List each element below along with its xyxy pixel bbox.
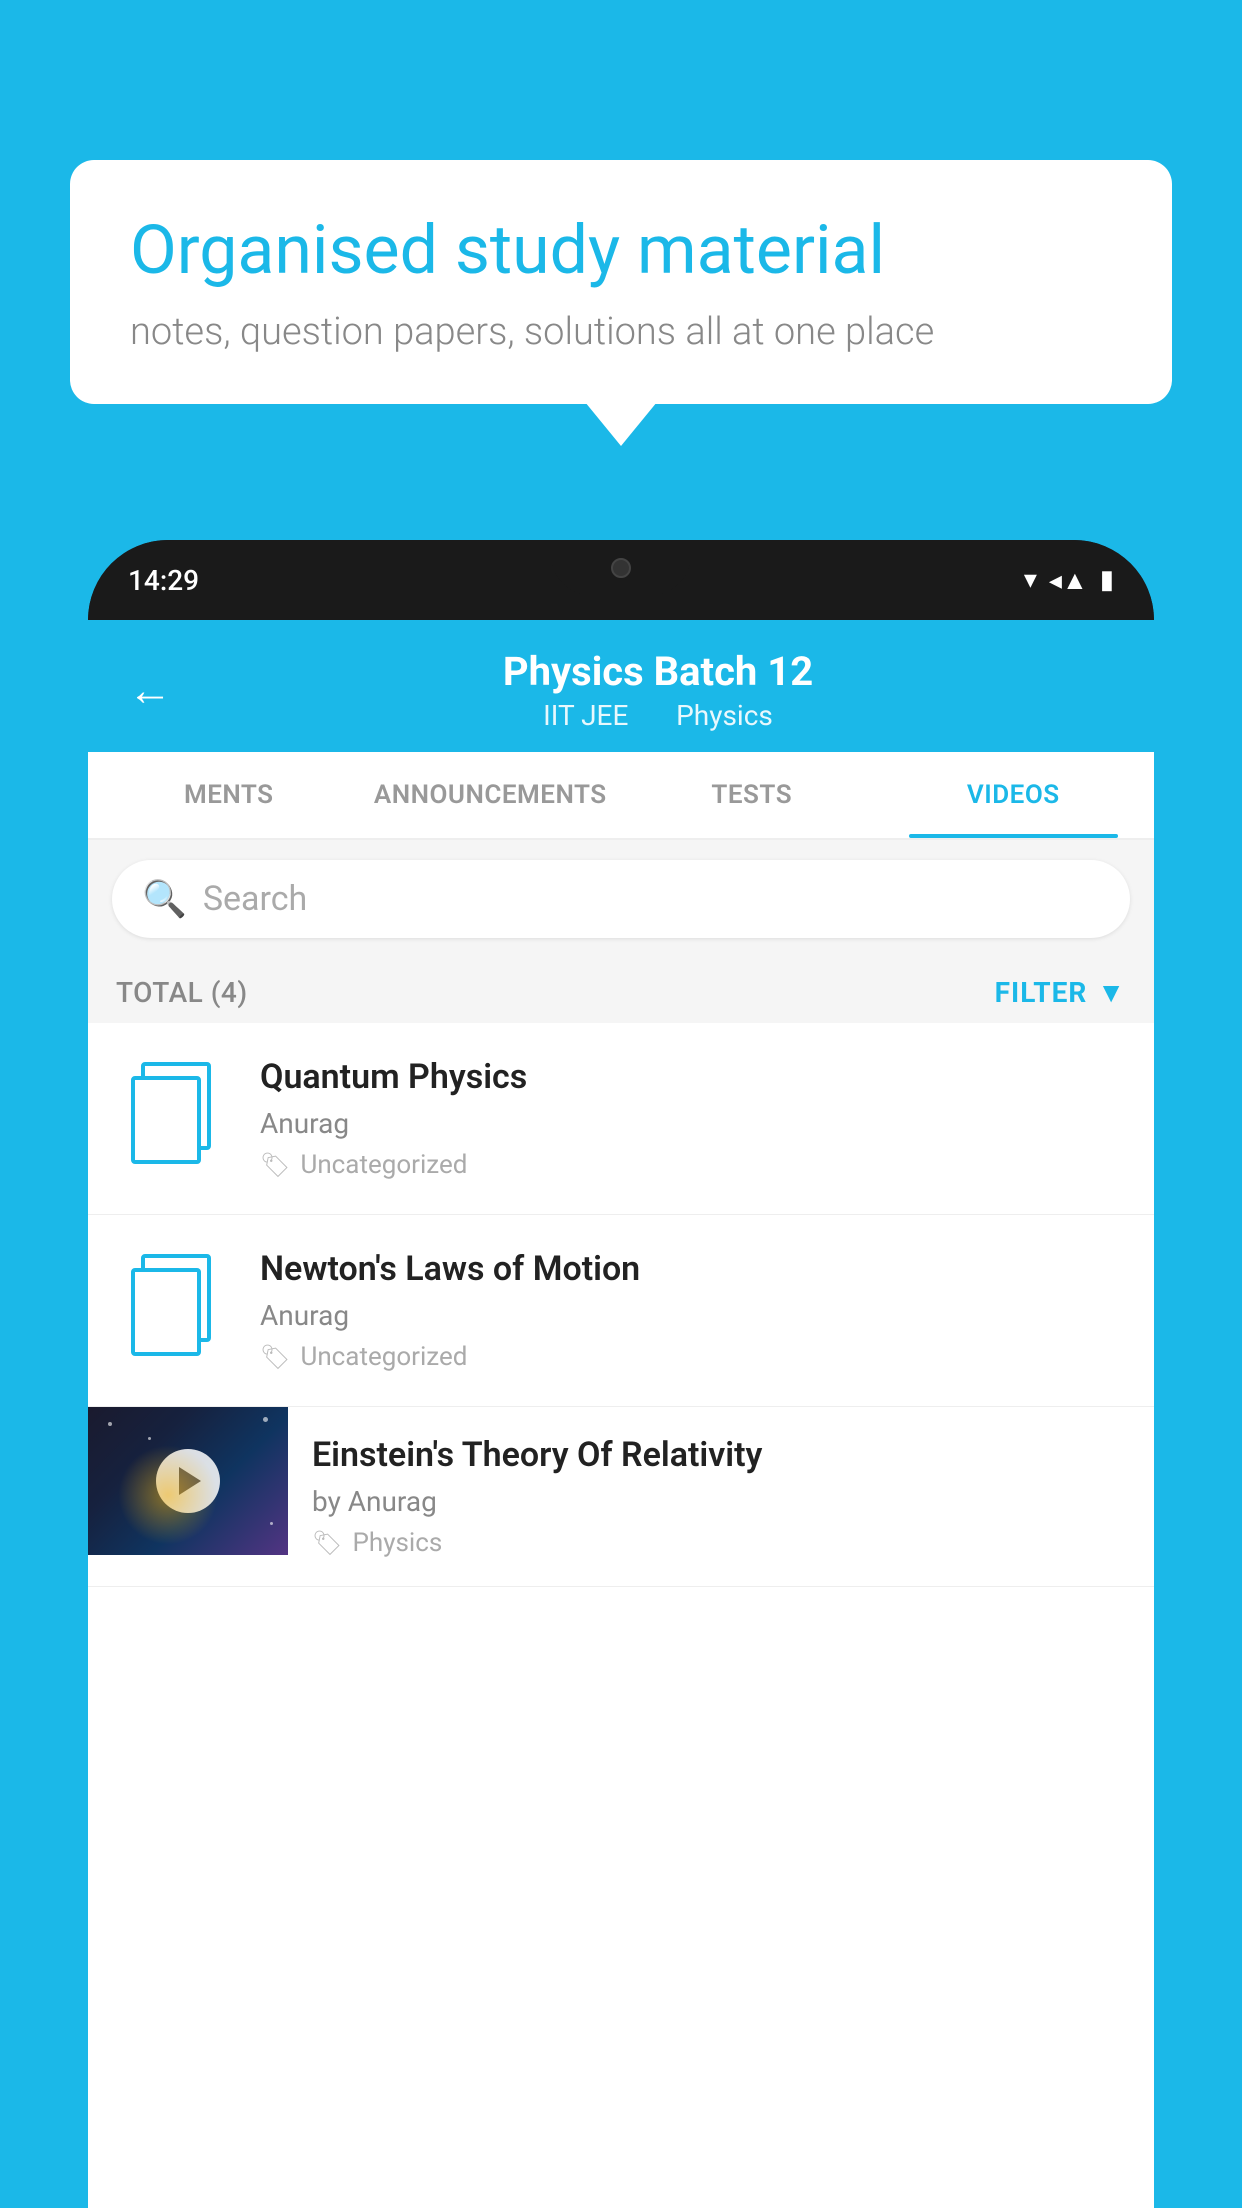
app-header-center: Physics Batch 12 IIT JEE Physics [202,648,1114,732]
phone-camera [611,558,631,578]
document-icon [131,1062,221,1172]
video-list: Quantum Physics Anurag 🏷 Uncategorized [88,1023,1154,1587]
filter-icon: ▼ [1097,976,1126,1009]
video-title-quantum: Quantum Physics [260,1057,1126,1097]
tab-videos[interactable]: VIDEOS [883,752,1145,838]
glow-circle [118,1445,218,1545]
tab-tests[interactable]: TESTS [621,752,883,838]
video-item-einstein[interactable]: Einstein's Theory Of Relativity by Anura… [88,1407,1154,1587]
tag-label-quantum: Uncategorized [300,1150,467,1180]
video-thumb-quantum [116,1057,236,1177]
video-tag-einstein: 🏷 Physics [312,1528,1130,1558]
video-info-quantum: Quantum Physics Anurag 🏷 Uncategorized [260,1057,1126,1180]
battery-icon: ▮ [1100,565,1114,595]
tag-label-newton: Uncategorized [300,1342,467,1372]
star [270,1522,273,1525]
phone-notch [551,540,691,595]
tag-icon-einstein: 🏷 [312,1529,342,1557]
tab-ments[interactable]: MENTS [98,752,360,838]
video-thumbnail-einstein [88,1407,288,1555]
wifi-icon: ▾ [1024,565,1037,595]
tag-label-einstein: Physics [352,1528,442,1558]
doc-front [131,1076,201,1164]
video-author-einstein: by Anurag [312,1485,1130,1518]
tag-icon: 🏷 [260,1151,290,1179]
app-content: ← Physics Batch 12 IIT JEE Physics MENTS… [88,620,1154,2208]
star [148,1437,151,1440]
app-header-title: Physics Batch 12 [202,648,1114,695]
video-thumb-newton [116,1249,236,1369]
signal-icon: ◂▲ [1049,565,1088,596]
video-author-newton: Anurag [260,1299,1126,1332]
subtitle-right: Physics [676,699,773,732]
tabs-bar: MENTS ANNOUNCEMENTS TESTS VIDEOS [88,752,1154,840]
filter-bar: TOTAL (4) FILTER ▼ [88,958,1154,1023]
search-placeholder: Search [203,879,307,919]
phone-status-bar: 14:29 ▾ ◂▲ ▮ [88,540,1154,620]
star [263,1417,268,1422]
app-header: ← Physics Batch 12 IIT JEE Physics [88,620,1154,752]
video-author-quantum: Anurag [260,1107,1126,1140]
search-container: 🔍 Search [88,840,1154,958]
video-tag-quantum: 🏷 Uncategorized [260,1150,1126,1180]
video-item-quantum[interactable]: Quantum Physics Anurag 🏷 Uncategorized [88,1023,1154,1215]
doc-front-newton [131,1268,201,1356]
video-title-einstein: Einstein's Theory Of Relativity [312,1435,1130,1475]
speech-bubble-subtitle: notes, question papers, solutions all at… [130,310,1112,354]
back-button[interactable]: ← [128,664,172,716]
video-title-newton: Newton's Laws of Motion [260,1249,1126,1289]
total-label: TOTAL (4) [116,976,248,1009]
phone-frame: 14:29 ▾ ◂▲ ▮ ← Physics Batch 12 IIT JEE … [88,540,1154,2208]
app-header-subtitle: IIT JEE Physics [202,699,1114,732]
video-tag-newton: 🏷 Uncategorized [260,1342,1126,1372]
phone-status-icons: ▾ ◂▲ ▮ [1024,565,1114,596]
search-icon: 🔍 [142,878,187,920]
filter-label: FILTER [995,976,1088,1009]
filter-button[interactable]: FILTER ▼ [995,976,1126,1009]
video-info-einstein: Einstein's Theory Of Relativity by Anura… [288,1407,1154,1586]
document-icon-newton [131,1254,221,1364]
tag-icon-newton: 🏷 [260,1343,290,1371]
video-info-newton: Newton's Laws of Motion Anurag 🏷 Uncateg… [260,1249,1126,1372]
subtitle-left: IIT JEE [543,699,628,732]
phone-time: 14:29 [128,564,199,597]
tab-announcements[interactable]: ANNOUNCEMENTS [360,752,622,838]
speech-bubble-container: Organised study material notes, question… [70,160,1172,404]
video-item-newton[interactable]: Newton's Laws of Motion Anurag 🏷 Uncateg… [88,1215,1154,1407]
speech-bubble-title: Organised study material [130,210,1112,292]
speech-bubble: Organised study material notes, question… [70,160,1172,404]
star [108,1422,112,1426]
search-bar[interactable]: 🔍 Search [112,860,1130,938]
